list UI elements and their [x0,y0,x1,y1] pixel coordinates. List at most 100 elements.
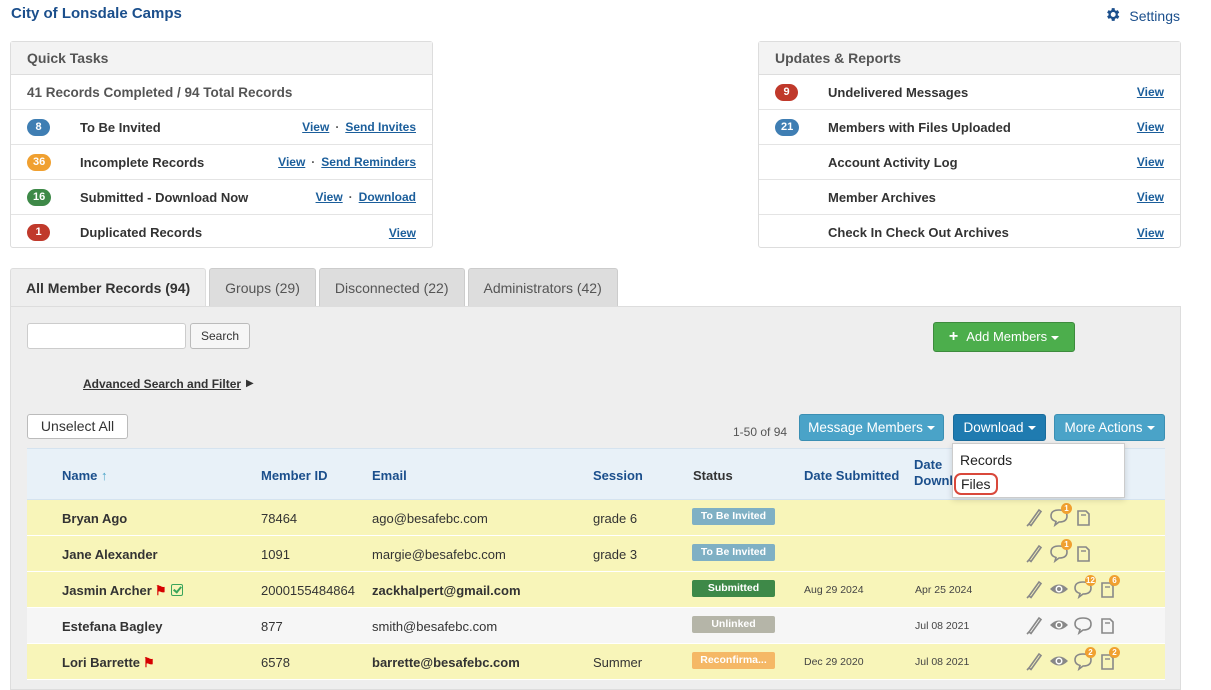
download-records-option[interactable]: Records [960,452,1012,468]
column-header-email[interactable]: Email [372,468,407,483]
file-icon[interactable] [1072,542,1094,564]
member-email: margie@besafebc.com [372,547,506,562]
table-row[interactable]: Jasmin Archer ⚑ 2000155484864 zackhalpert@g… [27,572,1165,608]
member-email: barrette@besafebc.com [372,655,520,670]
search-button[interactable]: Search [190,323,250,349]
gear-icon [1104,6,1121,26]
view-link[interactable]: View [1137,155,1164,169]
notification-count-badge: 6 [1109,575,1120,586]
count-badge: 9 [775,83,798,101]
member-name[interactable]: Lori Barrette ⚑ [62,655,155,671]
records-summary-text: 41 Records Completed / 94 Total Records [27,84,293,100]
advanced-search-link[interactable]: Advanced Search and Filter [83,377,241,391]
add-members-label: Add Members [966,329,1048,344]
column-header-member-id[interactable]: Member ID [261,468,327,483]
more-actions-button[interactable]: More Actions [1054,414,1165,441]
tab-groups[interactable]: Groups (29) [209,268,316,306]
date-downloaded: Jul 08 2021 [915,620,970,632]
records-tabs: All Member Records (94) Groups (29) Disc… [10,268,618,307]
comment-icon[interactable]: 1 [1048,539,1072,564]
settings-link[interactable]: Settings [1104,6,1180,26]
update-row-member-archives: Member Archives View [759,180,1180,215]
member-name[interactable]: Jane Alexander [62,547,158,562]
file-icon[interactable] [1096,614,1118,636]
file-icon[interactable] [1072,506,1094,528]
view-link[interactable]: View [302,120,329,134]
comment-icon[interactable]: 2 [1072,647,1096,672]
message-members-button[interactable]: Message Members [799,414,944,441]
view-eye-icon[interactable] [1048,578,1070,600]
comment-icon[interactable]: 12 [1072,575,1096,600]
task-label: To Be Invited [80,119,161,135]
file-icon[interactable]: 2 [1096,647,1120,672]
member-name[interactable]: Estefana Bagley [62,619,162,634]
comment-icon[interactable] [1072,614,1094,636]
member-name-text: Estefana Bagley [62,619,163,634]
member-name-text: Jane Alexander [62,547,158,562]
date-downloaded-line1: Date [914,457,943,472]
notification-count-badge: 1 [1061,503,1072,514]
edit-pencil-icon[interactable] [1024,614,1046,636]
more-actions-label: More Actions [1064,420,1143,435]
add-members-button[interactable]: + Add Members [933,322,1075,352]
download-link[interactable]: Download [359,190,416,204]
view-eye-icon[interactable] [1048,650,1070,672]
count-badge: 1 [27,224,50,241]
tab-all-member-records[interactable]: All Member Records (94) [10,268,207,307]
table-row[interactable]: Lori Barrette ⚑ 6578 barrette@besafebc.com S… [27,644,1165,680]
unselect-all-button[interactable]: Unselect All [27,414,128,439]
view-link[interactable]: View [1137,190,1164,204]
table-row[interactable]: Jane Alexander 1091 margie@besafebc.com gra… [27,536,1165,572]
view-link[interactable]: View [1137,120,1164,134]
download-button[interactable]: Download [953,414,1046,441]
caret-down-icon [1146,426,1155,431]
plus-icon: + [948,328,959,345]
date-downloaded-line2: Downl [914,473,953,488]
member-name[interactable]: Bryan Ago [62,511,127,526]
tab-disconnected[interactable]: Disconnected (22) [318,268,465,306]
send-invites-link[interactable]: Send Invites [345,120,416,134]
caret-down-icon [926,426,935,431]
column-header-date-downloaded[interactable]: Date Downl [914,457,953,489]
org-title: City of Lonsdale Camps [11,5,182,22]
separator-dot: · [348,190,353,204]
status-badge: Unlinked [692,616,775,633]
table-row[interactable]: Bryan Ago 78464 ago@besafebc.com grade 6 To … [27,500,1165,536]
file-icon[interactable]: 6 [1096,575,1120,600]
edit-pencil-icon[interactable] [1024,506,1046,528]
task-row-incomplete: 36 Incomplete Records View · Send Remind… [11,145,432,180]
sort-up-icon: ↑ [101,468,108,483]
column-header-date-submitted[interactable]: Date Submitted [804,468,899,483]
expand-arrow-icon[interactable]: ▶ [246,378,254,389]
view-link[interactable]: View [316,190,343,204]
member-email: ago@besafebc.com [372,511,488,526]
comment-icon[interactable]: 1 [1048,503,1072,528]
send-reminders-link[interactable]: Send Reminders [321,155,416,169]
edit-pencil-icon[interactable] [1024,578,1046,600]
edit-pencil-icon[interactable] [1024,650,1046,672]
date-downloaded: Apr 25 2024 [915,584,973,596]
member-id: 2000155484864 [261,583,355,598]
column-header-name[interactable]: Name ↑ [62,468,108,483]
update-label: Members with Files Uploaded [828,119,1011,135]
member-id: 78464 [261,511,298,526]
count-badge: 16 [27,188,52,206]
updates-title: Updates & Reports [759,42,1180,75]
search-input[interactable] [27,323,186,349]
flag-icon: ⚑ [154,583,167,598]
member-id: 1091 [261,547,290,562]
view-eye-icon[interactable] [1048,614,1070,636]
member-email: smith@besafebc.com [372,619,498,634]
view-link[interactable]: View [1137,85,1164,99]
member-name[interactable]: Jasmin Archer ⚑ [62,583,183,599]
update-row-activity-log: Account Activity Log View [759,145,1180,180]
view-link[interactable]: View [389,226,416,240]
table-row[interactable]: Estefana Bagley 877 smith@besafebc.com Unli… [27,608,1165,644]
edit-pencil-icon[interactable] [1024,542,1046,564]
column-header-session[interactable]: Session [593,468,643,483]
tab-administrators[interactable]: Administrators (42) [467,268,618,306]
view-link[interactable]: View [1137,226,1164,240]
update-row-files-uploaded: 21 Members with Files Uploaded View [759,110,1180,145]
view-link[interactable]: View [278,155,305,169]
download-files-option[interactable]: Files [954,473,998,495]
